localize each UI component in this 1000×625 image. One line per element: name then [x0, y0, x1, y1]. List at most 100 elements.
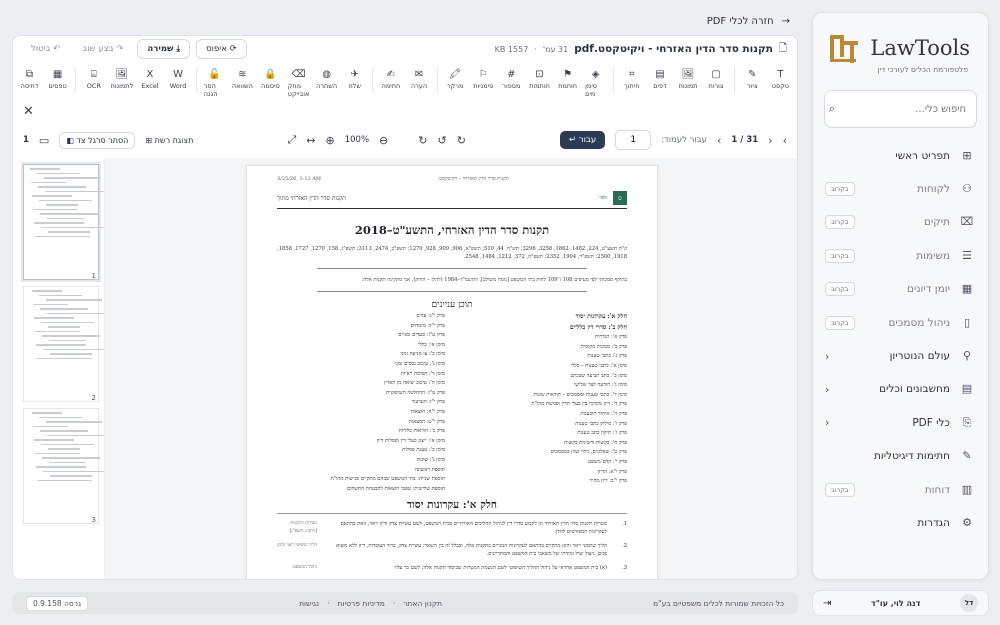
app-logo[interactable]: LawTools	[828, 31, 970, 65]
tool-20[interactable]: W Word	[168, 68, 189, 90]
toc-entry[interactable]: סימן ג': עיכוב נכסים זמני	[277, 360, 445, 370]
close-icon[interactable]: ✕	[23, 104, 34, 119]
tool-17[interactable]: 🔒 סיסמה	[260, 68, 281, 90]
sidebar-item-11[interactable]: ⚙ הגדרות	[813, 506, 988, 539]
tool-0[interactable]: T טקסט	[770, 68, 791, 90]
page-thumbnail[interactable]: 1	[23, 164, 104, 280]
sidebar-item-7[interactable]: ▤ מחשבונים וכלים ‹	[813, 373, 988, 406]
tool-5[interactable]: ⌗ חיתוך	[621, 68, 642, 90]
footer-link[interactable]: תקנון האתר	[403, 599, 442, 608]
toc-entry[interactable]: פרק ג': כתבי טענות	[459, 352, 627, 362]
toc-entry[interactable]: פרק י"ב: דיון מהיר	[459, 477, 627, 487]
tool-9[interactable]: # מספור	[501, 68, 522, 90]
sidebar-item-5[interactable]: ▯ ניהול מסמכים בקרוב	[813, 306, 988, 339]
rotate-left-icon[interactable]: ↺	[437, 134, 446, 147]
toc-entry[interactable]: פרק י"ג: עדים	[277, 312, 445, 322]
page-number-input[interactable]	[615, 130, 652, 150]
chevron-right-icon[interactable]: ›	[768, 134, 772, 147]
layout-icon[interactable]: ▭	[39, 134, 49, 147]
sidebar-item-10[interactable]: ▥ דוחות בקרוב	[813, 473, 988, 506]
toc-entry[interactable]: פרק ט"ז: ההחלטה השיפוטית	[277, 389, 445, 399]
toc-entry[interactable]: סימן ג': שונות	[277, 456, 445, 466]
logout-icon[interactable]: ⇥	[823, 598, 831, 609]
sidebar-item-1[interactable]: ⚇ לקוחות בקרוב	[813, 172, 988, 205]
toc-entry[interactable]: תוספת ראשונה	[277, 466, 445, 476]
tool-15[interactable]: ◍ השחרה	[316, 68, 337, 90]
sidebar-item-4[interactable]: ▦ יומן דיונים בקרוב	[813, 273, 988, 306]
tool-12[interactable]: ✉ הערה	[409, 68, 430, 90]
sidebar-item-3[interactable]: ☰ משימות בקרוב	[813, 239, 988, 272]
tool-22[interactable]: 🖼 לתמונות	[110, 68, 133, 90]
sidebar-item-6[interactable]: ⚲ עולם הנוטריון ‹	[813, 339, 988, 372]
toc-entry[interactable]: פרק י"ט: המצאות	[277, 418, 445, 428]
save-button[interactable]: ⤓ שמירה	[137, 39, 191, 59]
toc-entry[interactable]: פרק ה': איחוד תובענות	[459, 410, 627, 420]
toc-entry[interactable]: חלק א': עקרונות יסוד	[459, 312, 627, 323]
tool-19[interactable]: 🔓 הסר הגנה	[204, 68, 225, 98]
toc-entry[interactable]: פרק ט': שאלונים, גילוי ועיון במסמכים	[459, 448, 627, 458]
tool-14[interactable]: ✈ שלח	[344, 68, 365, 90]
sidebar-item-2[interactable]: ⌧ תיקים בקרוב	[813, 206, 988, 239]
footer-link[interactable]: נגישות	[299, 599, 319, 608]
toc-entry[interactable]: פרק ח': בקשות ורשימת בקשות	[459, 439, 627, 449]
toc-entry[interactable]: פרק י"ד: מומחים	[277, 322, 445, 332]
toc-entry[interactable]: תוספת שנייה: בתי המשפט שבהם מתקיים פגישו…	[277, 475, 445, 485]
go-to-page-button[interactable]: עבור ↵	[560, 131, 606, 149]
toc-entry[interactable]: סימן ד': תפיסת ראיות	[277, 370, 445, 380]
tool-24[interactable]: ▦ טפסים	[47, 68, 68, 90]
page-thumbnail[interactable]: 2	[23, 286, 104, 402]
search-input[interactable]	[841, 103, 966, 115]
tool-13[interactable]: ✍ חתימה	[380, 68, 401, 90]
toc-entry[interactable]: סימן ה': עיכוב יציאה מן הארץ	[277, 379, 445, 389]
fit-width-icon[interactable]: ↔	[306, 134, 315, 147]
toc-entry[interactable]: תוספת שלישית: טפסי הוצאות להבטחת התשלום	[277, 485, 445, 495]
rotate-icon[interactable]: ↻	[418, 134, 427, 147]
toc-entry[interactable]: סימן ב': כתב תביעה שבכתב	[459, 372, 628, 382]
fullscreen-icon[interactable]: ⤢	[287, 133, 296, 147]
toc-entry[interactable]: סימן א': כללי	[277, 341, 445, 351]
sidebar-item-8[interactable]: ⎘ כלי PDF ‹	[813, 406, 988, 439]
tool-8[interactable]: ⊡ חותמות	[529, 68, 550, 90]
toc-entry[interactable]: סימן א': ייצוג בעלי דין ופסלות דיון	[277, 437, 445, 447]
back-to-pdf-tools-link[interactable]: → חזרה לכלי PDF	[707, 16, 790, 27]
tool-18[interactable]: ≋ השוואה	[232, 68, 253, 90]
toc-entry[interactable]: פרק י"א: הדיון	[459, 468, 627, 478]
page-thumbnail[interactable]: 3	[23, 408, 104, 524]
tool-11[interactable]: 🖍 מרקר	[445, 68, 466, 90]
toc-entry[interactable]: פרק ב': סמכות מקומית	[459, 343, 628, 353]
chevron-back-icon[interactable]: ‹	[783, 134, 787, 147]
toc-entry[interactable]: סימן ב': טענת פסלות	[277, 446, 445, 456]
hide-sidebar-button[interactable]: ◧ הסתר סרגל צד	[59, 131, 136, 149]
toc-entry[interactable]: פרק ו': סילוק כתבי טענות	[459, 420, 627, 430]
sidebar-item-9[interactable]: ✎ חתימות דיגיטליות	[813, 440, 988, 473]
tool-3[interactable]: 🖼 תמונות	[678, 68, 699, 90]
tool-1[interactable]: ✎ ציור	[742, 68, 763, 90]
toc-entry[interactable]: פרק א': הגדרות	[459, 333, 627, 343]
tool-23[interactable]: ⌸ OCR	[83, 68, 104, 90]
sidebar-item-0[interactable]: ⊞ תפריט ראשי	[813, 139, 988, 172]
toc-entry[interactable]: סימן ד': כתבי טענות ומסמכים – הוראות שונ…	[459, 391, 627, 401]
tool-2[interactable]: ▢ צורות	[706, 68, 727, 90]
tool-7[interactable]: ⚑ חותמת	[557, 68, 578, 90]
toc-entry[interactable]: סימן ג': הודעה לצד שלישי	[459, 381, 627, 391]
tool-25[interactable]: ⧉ דחיסה	[19, 68, 40, 90]
toc-entry[interactable]: פרק ט"ו: סעדים זמניים	[277, 331, 445, 341]
tool-4[interactable]: ▤ דפים	[649, 68, 670, 90]
zoom-out-icon[interactable]: ⊖	[379, 134, 388, 147]
redo-button[interactable]: ↷ בצע שוב	[74, 41, 131, 57]
toc-entry[interactable]: סימן א': כתבי טענות – כללי	[459, 362, 627, 372]
tool-21[interactable]: X Excel	[139, 68, 160, 90]
chevron-left-icon[interactable]: ‹	[717, 134, 721, 147]
grid-view-button[interactable]: ⊞ תצוגת רשת	[145, 136, 193, 145]
tool-10[interactable]: ⚐ סימניות	[473, 68, 494, 90]
undo-button[interactable]: ↶ ביטול	[23, 41, 68, 57]
toc-entry[interactable]: פרק כ': הוראות כלליות	[277, 427, 445, 437]
toc-entry[interactable]: חלק ב': סדרי דין כלליים	[459, 323, 627, 334]
footer-link[interactable]: מדיניות פרטיות	[338, 599, 385, 608]
toc-entry[interactable]: פרק י': קדם־משפט	[459, 458, 627, 468]
reset-button[interactable]: ⟳ איפוס	[196, 39, 247, 59]
rotate-right-icon[interactable]: ↻	[457, 134, 466, 147]
toc-entry[interactable]: סימן ב': צו מניעה זמני	[277, 350, 445, 360]
toc-entry[interactable]: פרק י"ז: הערעור	[277, 398, 445, 408]
toc-entry[interactable]: פרק ד': דיון מקדמי בין בעלי הדין ופגישת …	[459, 400, 627, 410]
